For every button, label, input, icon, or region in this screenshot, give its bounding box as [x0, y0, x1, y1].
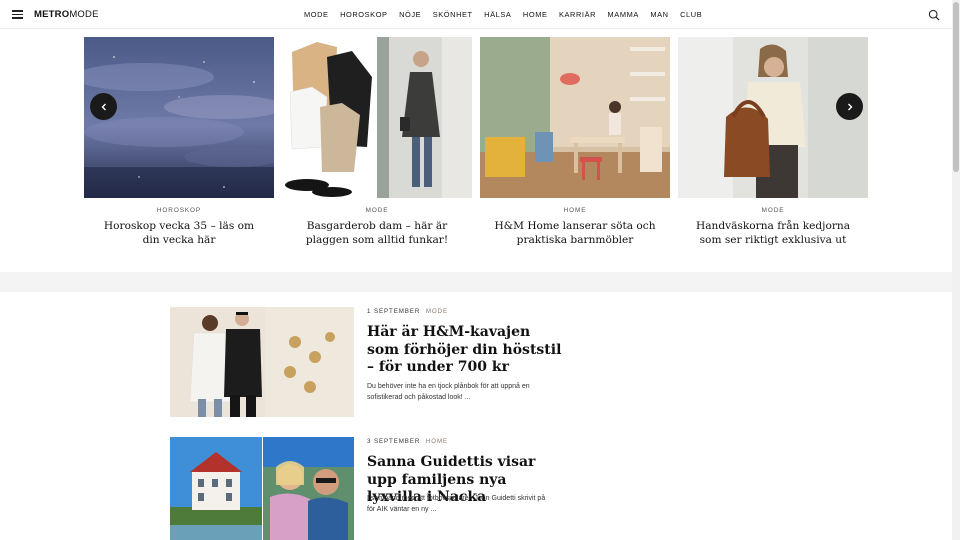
card-title[interactable]: H&M Home lanserar söta och praktiska bar…	[480, 220, 670, 247]
article-meta: 1 SEPTEMBER MODE	[367, 308, 448, 315]
nav-item-skonhet[interactable]: SKÖNHET	[433, 10, 473, 19]
chevron-left-icon[interactable]	[90, 93, 117, 120]
nav-item-mode[interactable]: MODE	[304, 10, 329, 19]
article-tag[interactable]: HOME	[426, 438, 448, 445]
nav-item-karriar[interactable]: KARRIÄR	[559, 10, 596, 19]
carousel-card[interactable]: HOROSKOP Horoskop vecka 35 – läs om din …	[84, 37, 274, 247]
search-icon[interactable]	[928, 9, 940, 21]
article-date: 1 SEPTEMBER	[367, 308, 421, 315]
card-title[interactable]: Basgarderob dam – här är plaggen som all…	[282, 220, 472, 247]
logo-bold: METRO	[34, 9, 70, 20]
article-item[interactable]: 3 SEPTEMBER HOME Sanna Guidettis visar u…	[170, 437, 570, 540]
card-category[interactable]: HOROSKOP	[84, 207, 274, 214]
scrollbar-thumb[interactable]	[953, 2, 959, 172]
main-nav: MODE HOROSKOP NÖJE SKÖNHET HÄLSA HOME KA…	[304, 10, 714, 19]
nav-item-home[interactable]: HOME	[523, 10, 548, 19]
featured-carousel: HOROSKOP Horoskop vecka 35 – läs om din …	[0, 29, 952, 272]
nav-item-club[interactable]: CLUB	[680, 10, 702, 19]
site-logo[interactable]: METROMODE	[34, 9, 99, 20]
site-header: METROMODE MODE HOROSKOP NÖJE SKÖNHET HÄL…	[0, 0, 952, 29]
nav-item-halsa[interactable]: HÄLSA	[484, 10, 511, 19]
nav-item-man[interactable]: MAN	[650, 10, 668, 19]
card-image-wardrobe[interactable]	[282, 37, 472, 198]
card-image-kids-room[interactable]	[480, 37, 670, 198]
hamburger-menu-icon[interactable]	[12, 10, 23, 19]
card-title[interactable]: Handväskorna från kedjorna som ser rikti…	[678, 220, 868, 247]
article-item[interactable]: 1 SEPTEMBER MODE Här är H&M-kavajen som …	[170, 307, 570, 419]
card-title[interactable]: Horoskop vecka 35 – läs om din vecka här	[84, 220, 274, 247]
nav-item-horoskop[interactable]: HOROSKOP	[340, 10, 388, 19]
card-category[interactable]: MODE	[678, 207, 868, 214]
article-date: 3 SEPTEMBER	[367, 438, 421, 445]
article-tag[interactable]: MODE	[426, 308, 448, 315]
card-image-night-sky[interactable]	[84, 37, 274, 198]
chevron-right-icon[interactable]	[836, 93, 863, 120]
carousel-card[interactable]: HOME H&M Home lanserar söta och praktisk…	[480, 37, 670, 247]
article-image-blazer[interactable]	[170, 307, 354, 417]
nav-item-mamma[interactable]: MAMMA	[608, 10, 639, 19]
logo-light: MODE	[69, 9, 99, 20]
article-description: Du behöver inte ha en tjock plånbok för …	[367, 383, 530, 401]
card-image-handbag[interactable]	[678, 37, 868, 198]
card-category[interactable]: HOME	[480, 207, 670, 214]
article-image-villa[interactable]	[170, 437, 354, 540]
card-category[interactable]: MODE	[282, 207, 472, 214]
page-scrollbar[interactable]	[952, 0, 960, 540]
section-divider	[0, 272, 952, 292]
nav-item-noje[interactable]: NÖJE	[399, 10, 421, 19]
carousel-card[interactable]: MODE Handväskorna från kedjorna som ser …	[678, 37, 868, 247]
article-meta: 3 SEPTEMBER HOME	[367, 438, 448, 445]
carousel-card[interactable]: MODE Basgarderob dam – här är plaggen so…	[282, 37, 472, 247]
article-headline[interactable]: Här är H&M-kavajen som förhöjer din höst…	[367, 324, 562, 377]
article-description: I samband med att fotbollspelaren John G…	[367, 495, 546, 513]
